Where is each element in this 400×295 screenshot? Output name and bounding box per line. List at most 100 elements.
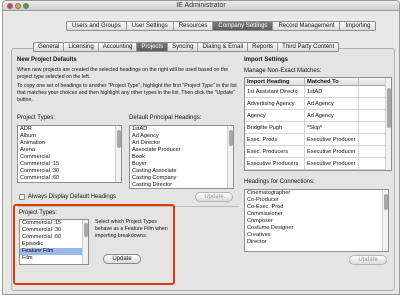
table-cell: Ad Agency [305, 110, 359, 121]
table-row[interactable]: Executive Producers Executive Producer [245, 158, 391, 170]
list-item[interactable]: ADR [18, 126, 121, 133]
matches-table[interactable]: Import Heading Matched To 1st Assistant … [244, 77, 392, 171]
table-row[interactable]: Exec. Prods Executive Producer [245, 134, 391, 146]
list-item[interactable]: Costume Designer [245, 225, 388, 232]
copy-headings-description: To copy one set of headings to another "… [17, 83, 237, 103]
table-cell: *Skip* [305, 122, 359, 133]
scrollbar-thumb[interactable] [84, 223, 88, 237]
list-item[interactable]: Commercial :60 [18, 175, 121, 182]
scrollbar-thumb[interactable] [384, 194, 388, 210]
defaults-update-button[interactable]: Update [195, 192, 233, 202]
sub-tab-bar: General Licensing Accounting Projects Sy… [33, 42, 340, 52]
main-tab-bar: Users and Groups User Settings Resources… [66, 21, 377, 31]
list-item[interactable]: Art Director [130, 140, 233, 147]
tab-projects[interactable]: Projects [137, 43, 169, 51]
table-cell: Executive Producers [245, 158, 305, 169]
scrollbar-thumb[interactable] [229, 130, 233, 146]
table-cell: 1stAD [305, 86, 359, 97]
list-item[interactable]: Co-Producer [245, 197, 388, 204]
list-item[interactable]: Commercial :60 [20, 234, 88, 241]
feature-film-types-section: Project Types: Commercial :15 Commercial… [13, 204, 175, 285]
film-types-list[interactable]: Commercial :15 Commercial :30 Commercial… [19, 219, 89, 265]
table-header: Import Heading Matched To [245, 78, 391, 86]
list-item[interactable]: Associate Producer [130, 147, 233, 154]
table-row[interactable]: Bridgitte Pugh *Skip* [245, 122, 391, 134]
tab-importing[interactable]: Importing [340, 22, 375, 30]
list-item[interactable]: Composer [245, 218, 388, 225]
table-cell: Bridgitte Pugh [245, 122, 305, 133]
table-cell: Executive Producer [305, 146, 359, 157]
list-item[interactable]: 1stAD [130, 126, 233, 133]
tab-record-management[interactable]: Record Management [273, 22, 341, 30]
film-types-description: Select which Project Types behave as a F… [95, 219, 168, 239]
app-window: IE Administrator Users and Groups User S… [2, 0, 400, 295]
default-headings-scrollbar[interactable] [227, 126, 233, 188]
default-headings-label: Default Principal Headings: [129, 115, 202, 121]
project-types-scrollbar[interactable] [115, 126, 121, 182]
list-item[interactable]: Commercial [18, 154, 121, 161]
tab-licensing[interactable]: Licensing [64, 43, 99, 51]
table-cell: Ad Agency [305, 98, 359, 109]
column-matched-to[interactable]: Matched To [305, 78, 359, 85]
tab-accounting[interactable]: Accounting [99, 43, 138, 51]
project-types-label: Project Types: [17, 115, 55, 121]
list-item[interactable]: Commercial :30 [20, 227, 88, 234]
list-item[interactable]: Arena [18, 147, 121, 154]
list-item[interactable]: Film [20, 255, 88, 262]
default-headings-list[interactable]: 1stAD Ad Agency Art Director Associate P… [129, 125, 234, 189]
list-item[interactable]: Animation [18, 140, 121, 147]
title-bar: IE Administrator [3, 1, 399, 11]
film-types-scrollbar[interactable] [82, 220, 88, 264]
table-cell: Executive Producer [305, 134, 359, 145]
table-row[interactable]: Agency Ad Agency [245, 110, 391, 122]
connections-list[interactable]: Cinematographer Co-Producer Co-Exec. Pro… [244, 189, 389, 252]
scrollbar-thumb[interactable] [387, 88, 391, 128]
scrollbar-thumb[interactable] [117, 130, 121, 148]
table-cell: Agency [245, 110, 305, 121]
always-display-checkbox[interactable] [19, 194, 25, 200]
tab-dialing-email[interactable]: Dialing & Email [198, 43, 249, 51]
list-item[interactable]: Commercial :15 [18, 161, 121, 168]
list-item[interactable]: Commissioner [245, 211, 388, 218]
table-row[interactable]: Exec. Producers Executive Producer [245, 146, 391, 158]
defaults-description: When new projects are created the select… [17, 67, 229, 80]
tab-resources[interactable]: Resources [174, 22, 214, 30]
tab-user-settings[interactable]: User Settings [127, 22, 174, 30]
list-item[interactable]: Episodic [20, 241, 88, 248]
list-item[interactable]: Director [245, 239, 388, 246]
list-item[interactable]: Co-Exec. Prod [245, 204, 388, 211]
film-types-update-button[interactable]: Update [103, 254, 141, 264]
connections-label: Headings for Connections: [244, 179, 315, 185]
tab-reports[interactable]: Reports [248, 43, 279, 51]
film-types-label: Project Types: [19, 210, 57, 216]
list-item[interactable]: Casting Company [130, 175, 233, 182]
list-item[interactable]: Buyer [130, 161, 233, 168]
list-item[interactable]: Commercial :15 [20, 220, 88, 227]
list-item[interactable]: Casting Director [130, 182, 233, 188]
table-row[interactable]: Advertising Agency Ad Agency [245, 98, 391, 110]
tab-general[interactable]: General [34, 43, 65, 51]
list-item[interactable]: Ad Agency [130, 133, 233, 140]
list-item[interactable]: Commercial :30 [18, 168, 121, 175]
list-item[interactable]: Book [130, 154, 233, 161]
column-import-heading[interactable]: Import Heading [245, 78, 305, 85]
tab-users-and-groups[interactable]: Users and Groups [67, 22, 127, 30]
table-cell: 1st Assistant Directo [245, 86, 305, 97]
list-item[interactable]: Album [18, 133, 121, 140]
table-row[interactable]: 1st Assistant Directo 1stAD [245, 86, 391, 98]
list-item[interactable]: Cinematographer [245, 190, 388, 197]
connections-scrollbar[interactable] [382, 190, 388, 251]
tab-third-party-content[interactable]: Third Party Content [278, 43, 338, 51]
matches-scrollbar[interactable] [385, 78, 391, 170]
tab-syncing[interactable]: Syncing [168, 43, 199, 51]
list-item[interactable]: Creatives [245, 232, 388, 239]
window-title: IE Administrator [176, 2, 226, 9]
list-item[interactable]: Casting Associate [130, 168, 233, 175]
project-types-list[interactable]: ADR Album Animation Arena Commercial Com… [17, 125, 122, 183]
tab-company-settings[interactable]: Company Settings [213, 22, 274, 30]
table-cell: Exec. Producers [245, 146, 305, 157]
table-cell: Executive Producer [305, 158, 359, 169]
table-cell: Exec. Prods [245, 134, 305, 145]
list-item-selected[interactable]: Feature Film [20, 248, 88, 255]
connections-update-button[interactable]: Update [349, 255, 387, 265]
